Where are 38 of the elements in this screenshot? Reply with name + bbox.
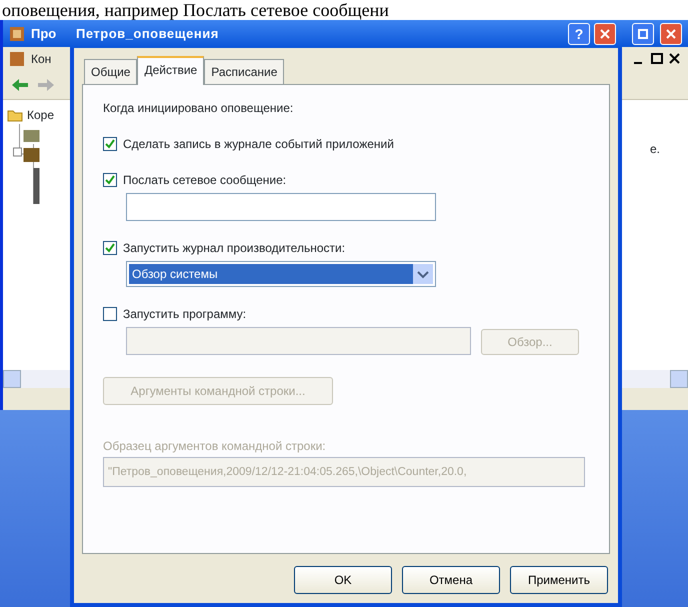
close-icon <box>600 29 610 39</box>
window-title: Про <box>31 24 56 43</box>
checkbox-label[interactable]: Сделать запись в журнале событий приложений <box>123 135 394 153</box>
content-text: е. <box>650 141 660 158</box>
checkbox[interactable] <box>103 137 117 151</box>
dialog-button[interactable]: Отмена <box>402 566 500 594</box>
dialog-title: Петров_оповещения <box>76 25 220 44</box>
sample-field: "Петров_оповещения,2009/12/12-21:04:05.265,\Object\Counter,20.0, <box>103 457 585 487</box>
dialog-button[interactable]: Применить <box>510 566 608 594</box>
checkbox[interactable] <box>103 241 117 255</box>
maximize-button[interactable] <box>632 22 654 44</box>
checkbox-label[interactable]: Запустить программу: <box>123 305 246 323</box>
close-button[interactable] <box>660 22 682 44</box>
folder-icon <box>7 108 23 122</box>
document-text: оповещения, например Послать сетевое сообщени <box>1 0 390 20</box>
window-controls-icon[interactable] <box>632 50 682 66</box>
field-label: Образец аргументов командной строки: <box>103 438 327 455</box>
checkbox-label[interactable]: Послать сетевое сообщение: <box>123 171 286 189</box>
dialog-button[interactable]: OK <box>294 566 392 594</box>
checkbox-label[interactable]: Запустить журнал производительности: <box>123 239 346 257</box>
close-button[interactable] <box>594 23 616 45</box>
input-field[interactable] <box>126 327 471 355</box>
dropdown[interactable]: Обзор системы <box>126 261 436 287</box>
close-icon <box>666 28 676 38</box>
section-heading: Когда инициировано оповещение: <box>103 100 294 117</box>
menu-item[interactable]: Кон <box>31 50 52 68</box>
app-icon <box>9 26 25 42</box>
tab[interactable]: Общие <box>84 59 138 84</box>
maximize-icon <box>638 28 648 38</box>
checkbox[interactable] <box>103 307 117 321</box>
tab[interactable]: Расписание <box>204 59 284 84</box>
help-button[interactable]: ? <box>568 23 590 45</box>
tree-item[interactable]: Коре <box>27 106 54 124</box>
tab[interactable]: Действие <box>137 56 204 85</box>
checkbox[interactable] <box>103 173 117 187</box>
input-field[interactable] <box>126 193 436 221</box>
back-arrow-icon[interactable] <box>11 78 29 92</box>
app-icon <box>9 50 25 66</box>
